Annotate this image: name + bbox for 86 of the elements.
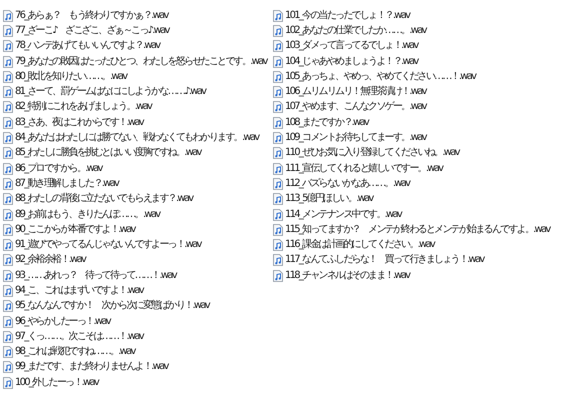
audio-file-icon: [3, 316, 13, 328]
file-name[interactable]: 93_……あれっ？ 待って待って……！.wav: [15, 270, 176, 282]
file-name[interactable]: 106_ムリムリムリ！無理茶漬け！.wav: [285, 86, 426, 98]
audio-file-icon: [273, 239, 283, 252]
file-name[interactable]: 76_あらぁ？ もう終わりですかぁ？.wav: [15, 10, 168, 22]
audio-file-icon: [273, 86, 283, 98]
file-name[interactable]: 110_ぜひお気に入り登録してくださいね。.wav: [285, 147, 459, 160]
file-name[interactable]: 89_お前はもう、きりたんぽ……。.wav: [15, 208, 160, 220]
file-name[interactable]: 79_あなたの敗因はたったひとつ、わたしを怒らせたことです。.wav: [15, 56, 267, 68]
audio-file-icon: [273, 224, 283, 236]
audio-file-icon: [273, 70, 283, 83]
audio-file-icon: [273, 101, 283, 114]
file-name[interactable]: 94_こ、これはまずいですよ！.wav: [15, 284, 143, 297]
file-name[interactable]: 91_遊びでやってるんじゃないんですよーっ！.wav: [15, 239, 201, 252]
audio-file-icon: [3, 300, 13, 312]
audio-file-icon: [3, 70, 13, 83]
audio-file-icon: [273, 116, 283, 129]
file-name[interactable]: 116_課金は計画的にしてください。.wav: [285, 239, 434, 252]
audio-file-icon: [273, 162, 283, 175]
audio-file-icon: [3, 86, 13, 98]
file-name[interactable]: 80_敗北を知りたい……。.wav: [15, 70, 126, 83]
audio-file-icon: [3, 132, 13, 144]
file-name[interactable]: 113_5億円ほしい。.wav: [285, 193, 373, 206]
audio-file-icon: [273, 178, 283, 190]
file-name[interactable]: 78_ハンデあげてもいいんですよ？.wav: [15, 40, 160, 52]
file-name[interactable]: 82_特別にこれをあげましょう。.wav: [15, 101, 152, 114]
audio-file-icon: [3, 270, 13, 282]
file-name[interactable]: 111_宣伝してくれると嬉しいですー。.wav: [285, 162, 442, 175]
audio-file-icon: [3, 147, 13, 160]
audio-file-icon: [273, 40, 283, 52]
audio-file-icon: [3, 24, 13, 37]
file-name[interactable]: 105_あっちょ、やめっ、やめてください……！.wav: [285, 70, 476, 83]
file-name[interactable]: 87_動き理解しました？.wav: [15, 178, 118, 190]
audio-file-icon: [3, 239, 13, 252]
file-name[interactable]: 100_外したーっ！.wav: [15, 376, 98, 389]
audio-file-icon: [3, 254, 13, 266]
file-name[interactable]: 108_またですか？.wav: [285, 116, 368, 129]
file-name[interactable]: 99_まだです、まだ終わりませんよ！.wav: [15, 361, 168, 374]
file-name[interactable]: 112_バズらないかなあ……。.wav: [285, 178, 410, 190]
audio-file-icon: [273, 56, 283, 68]
audio-file-icon: [3, 346, 13, 358]
audio-file-icon: [3, 162, 13, 175]
audio-file-icon: [273, 254, 283, 266]
audio-file-icon: [273, 270, 283, 282]
file-name[interactable]: 117_なんてふしだらな！ 買って行きましょう！.wav: [285, 254, 484, 266]
audio-file-icon: [3, 361, 13, 374]
file-name[interactable]: 86_プロですから。.wav: [15, 162, 102, 175]
file-name[interactable]: 103_ダメって言ってるでしょ！.wav: [285, 40, 418, 52]
file-name[interactable]: 109_コメントお待ちしてまーす。.wav: [285, 132, 426, 144]
audio-file-icon: [3, 224, 13, 236]
audio-file-icon: [3, 376, 13, 389]
file-name[interactable]: 101_今の当たったでしょ！？.wav: [285, 10, 410, 22]
file-name[interactable]: 77_ざーこ♪ ざこざこ、ざぁ～こっ♪.wav: [15, 24, 169, 37]
file-name[interactable]: 115_知ってますか？ メンテが終わるとメンテが始まるんですよ。.wav: [285, 224, 550, 236]
file-name[interactable]: 96_やらかしたーっ！.wav: [15, 316, 110, 328]
audio-file-icon: [3, 208, 13, 220]
file-name[interactable]: 98_これは戦犯ですね……。.wav: [15, 346, 135, 358]
audio-file-icon: [3, 101, 13, 114]
file-name[interactable]: 90_ここからが本番ですよ！.wav: [15, 224, 135, 236]
audio-file-icon: [273, 132, 283, 144]
audio-file-icon: [3, 56, 13, 68]
audio-file-icon: [3, 40, 13, 52]
audio-file-icon: [273, 24, 283, 37]
file-name[interactable]: 88_わたしの背後に立たないでもらえます？.wav: [15, 193, 192, 206]
file-name[interactable]: 85_わたしに勝負を挑むとはいい度胸ですね。.wav: [15, 147, 201, 160]
file-name[interactable]: 83_さあ、夜はこれからです！.wav: [15, 116, 143, 129]
audio-file-icon: [273, 147, 283, 160]
file-name[interactable]: 84_あなたはわたしには勝てない、戦わなくてもわかります。.wav: [15, 132, 258, 144]
audio-file-icon: [273, 208, 283, 220]
audio-file-icon: [273, 10, 283, 22]
file-name[interactable]: 118_チャンネルはそのまま！.wav: [285, 270, 410, 282]
audio-file-icon: [273, 193, 283, 206]
file-name[interactable]: 92_余裕余裕！.wav: [15, 254, 86, 266]
file-name[interactable]: 104_じゃあやめましょうよ！？.wav: [285, 56, 418, 68]
audio-file-icon: [3, 284, 13, 297]
file-name[interactable]: 81_さーて、罰ゲームはなににしようかな……♪.wav: [15, 86, 206, 98]
file-name[interactable]: 114_メンテナンス中です。.wav: [285, 208, 401, 220]
audio-file-icon: [3, 330, 13, 343]
audio-file-icon: [3, 10, 13, 22]
file-name[interactable]: 102_あなたの仕業でしたか……。.wav: [285, 24, 426, 37]
audio-file-icon: [3, 116, 13, 129]
audio-file-icon: [3, 178, 13, 190]
audio-file-icon: [3, 193, 13, 206]
file-name[interactable]: 95_なんなんですか！ 次から次に変態ばかり！.wav: [15, 300, 209, 312]
file-name[interactable]: 107_やめます、こんなクソゲー。.wav: [285, 101, 426, 114]
file-name[interactable]: 97_くっ……。次こそは……！.wav: [15, 330, 143, 343]
